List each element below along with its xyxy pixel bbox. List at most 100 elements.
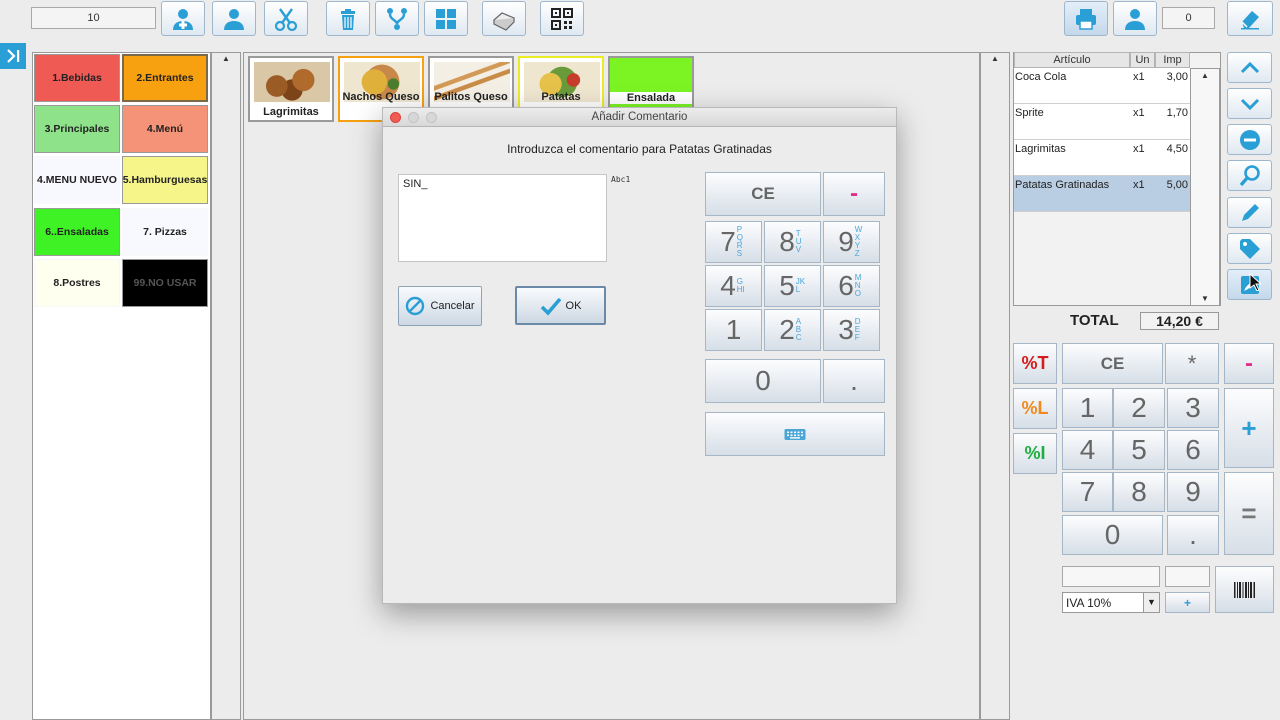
keyboard-toggle-button[interactable] (705, 412, 885, 456)
category-scroll-up-icon[interactable]: ▲ (222, 54, 230, 63)
barcode-scan-button[interactable] (1215, 566, 1274, 613)
product-scroll-up-icon[interactable]: ▲ (991, 54, 999, 63)
category-button[interactable]: 5.Hamburguesas (122, 156, 208, 204)
keypad-digit-label: 1 (725, 314, 742, 345)
ticket-scrollbar[interactable] (1190, 68, 1220, 306)
calc-digit-button[interactable]: 4 (1062, 430, 1113, 470)
category-scrollbar[interactable] (211, 52, 241, 720)
comment-textarea[interactable]: SIN_ (398, 174, 607, 262)
ticket-scroll-up-icon[interactable]: ▲ (1201, 71, 1209, 80)
printer-icon (1076, 8, 1096, 30)
keypad-letters-label: MNO (854, 273, 862, 298)
calc-multiply-button[interactable]: * (1165, 343, 1219, 384)
percent-line-button[interactable]: %L (1013, 388, 1057, 429)
keypad-letters-label: TUV (795, 229, 802, 254)
keypad-digit-button[interactable]: 9 WXYZ (823, 221, 880, 263)
product-scrollbar[interactable] (980, 52, 1010, 720)
minimize-icon[interactable] (408, 112, 419, 123)
close-ticket-button[interactable] (1227, 1, 1273, 36)
print-button[interactable] (1064, 1, 1108, 36)
diners-counter-field[interactable]: 0 (1162, 7, 1215, 29)
cancel-button[interactable]: Cancelar (398, 286, 482, 326)
keypad-minus-button[interactable]: - (823, 172, 885, 216)
checkmark-icon (540, 297, 561, 316)
keypad-digit-button[interactable]: 5 JKL (764, 265, 821, 307)
percent-item-button[interactable]: %I (1013, 433, 1057, 474)
calc-digit-button[interactable]: 3 (1167, 388, 1219, 428)
calc-digit-button[interactable]: 9 (1167, 472, 1219, 512)
keypad-digit-button[interactable]: 7 PQRS (705, 221, 762, 263)
calc-digit-button[interactable]: 6 (1167, 430, 1219, 470)
keypad-digit-button[interactable]: 6 MNO (823, 265, 880, 307)
move-down-button[interactable] (1227, 88, 1272, 119)
calc-ce-button[interactable]: CE (1062, 343, 1163, 384)
diners-button[interactable] (1113, 1, 1157, 36)
category-button[interactable]: 7. Pizzas (122, 208, 208, 256)
category-button[interactable]: 2.Entrantes (122, 54, 208, 102)
keypad-digit-button[interactable]: 8 TUV (764, 221, 821, 263)
category-button[interactable]: 8.Postres (34, 259, 120, 307)
calc-equals-button[interactable]: = (1224, 472, 1274, 555)
keypad-digit-button[interactable]: 3 DEF (823, 309, 880, 351)
keypad-digit-button[interactable]: 4 GHI (705, 265, 762, 307)
search-icon (1239, 164, 1260, 186)
remove-line-button[interactable] (1227, 124, 1272, 155)
drawer-button[interactable] (482, 1, 526, 36)
keypad-zero-button[interactable]: 0 (705, 359, 821, 403)
table-number-field[interactable]: 10 (31, 7, 156, 29)
tables-button[interactable] (424, 1, 468, 36)
keypad-digit-button[interactable]: 2 ABC (764, 309, 821, 351)
keypad-ce-button[interactable]: CE (705, 172, 821, 216)
barcode-icon (1233, 581, 1255, 598)
barcode-input[interactable] (1062, 566, 1160, 587)
calc-minus-label: - (1245, 349, 1253, 377)
category-button[interactable]: 4.Menú (122, 105, 208, 153)
calc-digit-button[interactable]: 1 (1062, 388, 1113, 428)
calc-minus-button[interactable]: - (1224, 343, 1274, 384)
percent-total-button[interactable]: %T (1013, 343, 1057, 384)
ticket-row[interactable]: Coca Cola x1 3,00 (1014, 68, 1190, 104)
calc-plus-button[interactable]: + (1224, 388, 1274, 468)
add-user-button[interactable] (161, 1, 205, 36)
keyboard-icon (784, 429, 806, 440)
keypad-digit-button[interactable]: 1 (705, 309, 762, 351)
category-button[interactable]: 6..Ensaladas (34, 208, 120, 256)
discount-tag-button[interactable] (1227, 233, 1272, 264)
calc-digit-label: 4 (1079, 434, 1096, 465)
merge-button[interactable] (375, 1, 419, 36)
category-button[interactable]: 3.Principales (34, 105, 120, 153)
maximize-icon[interactable] (426, 112, 437, 123)
tax-select-value: IVA 10% (1066, 596, 1112, 610)
calc-dot-button[interactable]: . (1167, 515, 1219, 555)
close-icon[interactable] (390, 112, 401, 123)
search-button[interactable] (1227, 160, 1272, 191)
split-button[interactable] (264, 1, 308, 36)
qr-button[interactable] (540, 1, 584, 36)
category-button[interactable]: 1.Bebidas (34, 54, 120, 102)
calc-digit-button[interactable]: 7 (1062, 472, 1113, 512)
user-button[interactable] (212, 1, 256, 36)
tax-add-button[interactable]: + (1165, 592, 1210, 613)
category-button[interactable]: 4.MENU NUEVO (34, 156, 120, 204)
ok-button[interactable]: OK (515, 286, 606, 325)
collapse-panel-button[interactable] (0, 43, 26, 69)
ticket-row[interactable]: Patatas Gratinadas x1 5,00 (1014, 176, 1190, 212)
delete-button[interactable] (326, 1, 370, 36)
calc-digit-button[interactable]: 5 (1113, 430, 1165, 470)
ticket-scroll-down-icon[interactable]: ▼ (1201, 294, 1209, 303)
tax-select[interactable]: IVA 10% ▼ (1062, 592, 1160, 613)
category-button[interactable]: 99.NO USAR (122, 259, 208, 307)
calc-zero-button[interactable]: 0 (1062, 515, 1163, 555)
ticket-header-amount: Imp (1155, 52, 1190, 68)
move-up-button[interactable] (1227, 52, 1272, 83)
product-image (254, 62, 330, 102)
ticket-row[interactable]: Lagrimitas x1 4,50 (1014, 140, 1190, 176)
edit-line-button[interactable] (1227, 197, 1272, 228)
keypad-dot-button[interactable]: . (823, 359, 885, 403)
product-button[interactable]: Lagrimitas (248, 56, 334, 122)
calc-digit-button[interactable]: 2 (1113, 388, 1165, 428)
ticket-row[interactable]: Sprite x1 1,70 (1014, 104, 1190, 140)
barcode-qty-input[interactable] (1165, 566, 1210, 587)
ticket-item-name: Coca Cola (1015, 71, 1067, 83)
calc-digit-button[interactable]: 8 (1113, 472, 1165, 512)
